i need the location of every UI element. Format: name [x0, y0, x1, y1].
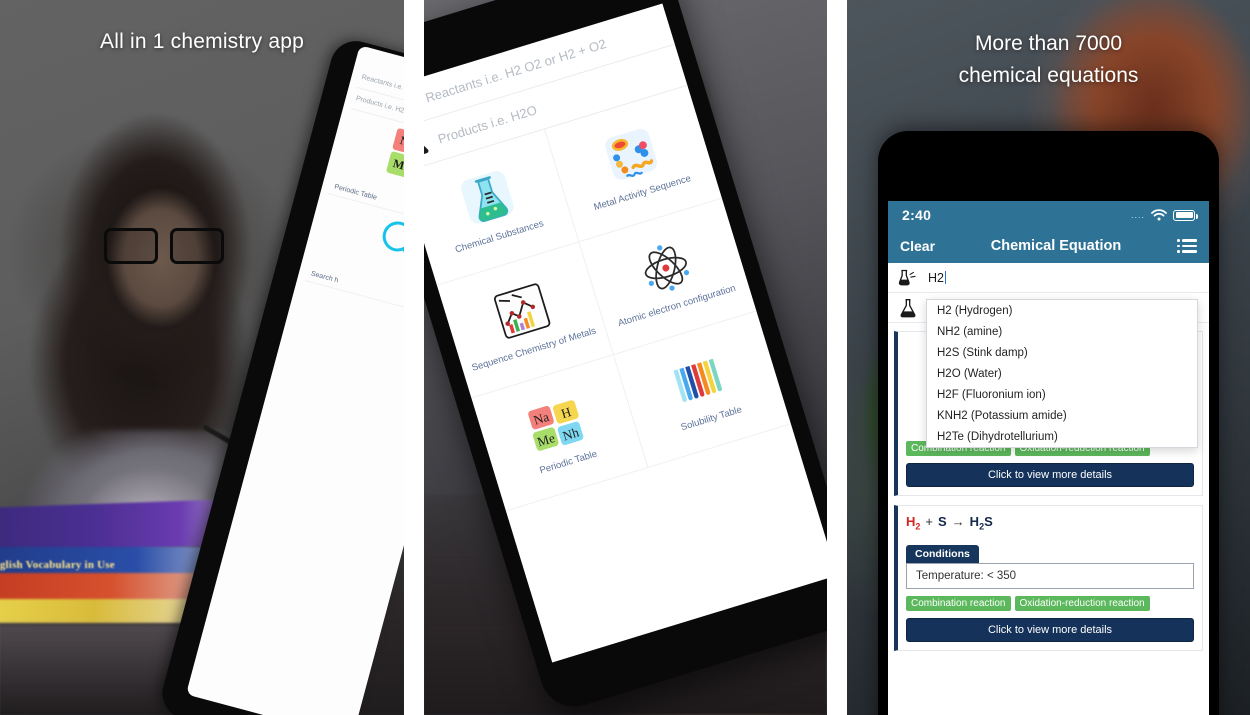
text-caret	[944, 270, 947, 284]
panel-all-in-one: English Vocabulary in Use Reactants i.e.…	[0, 0, 404, 715]
erlenmeyer-flask-icon	[424, 134, 429, 157]
clear-button[interactable]: Clear	[900, 238, 935, 254]
element-tile: Me	[385, 150, 404, 179]
reactants-input-value: H2	[928, 270, 944, 285]
autocomplete-dropdown[interactable]: H2 (Hydrogen) NH2 (amine) H2S (Stink dam…	[926, 299, 1198, 448]
panel-1-headline: All in 1 chemistry app	[100, 30, 304, 53]
signal-dots-icon: ....	[1130, 210, 1145, 220]
autocomplete-item[interactable]: H2O (Water)	[927, 363, 1197, 384]
conical-flask-icon	[450, 162, 526, 236]
nav-bar: Clear Chemical Equation	[888, 229, 1209, 263]
headline-line-1: More than 7000	[974, 32, 1123, 55]
arrow-sign: →	[951, 514, 965, 529]
app-screen: 2:40 .... Clear Chemical Equation H2 Com…	[888, 201, 1209, 715]
preview-tile-label: Search h	[310, 270, 340, 285]
page-title: Chemical Equation	[990, 238, 1122, 254]
panel-3-headline: More than 7000 chemical equations	[847, 28, 1250, 91]
store-listing-screenshot-strip: English Vocabulary in Use Reactants i.e.…	[0, 0, 1250, 715]
phone-body-right: 2:40 .... Clear Chemical Equation H2 Com…	[878, 131, 1219, 715]
conditions-tab: Conditions	[906, 544, 979, 563]
autocomplete-item[interactable]: H2S (Stink damp)	[927, 342, 1197, 363]
autocomplete-item[interactable]: KNH2 (Potassium amide)	[927, 405, 1197, 426]
eyeglasses	[104, 228, 224, 264]
hamburger-list-icon[interactable]	[1177, 239, 1197, 253]
reaction-badge[interactable]: Oxidation-reduction reaction	[1014, 595, 1150, 611]
reaction-badge[interactable]: Combination reaction	[906, 595, 1011, 611]
panel-chemical-equations: More than 7000 chemical equations 2:40 .…	[847, 0, 1250, 715]
panel-gap-2	[827, 0, 847, 715]
panel-gap-1	[404, 0, 424, 715]
headline-line-2: chemical equations	[958, 63, 1139, 87]
plus-sign: +	[925, 514, 933, 529]
status-bar: 2:40 ....	[888, 201, 1209, 229]
result-card[interactable]: H2 + S → H2S Conditions Temperature: < 350 C…	[894, 505, 1203, 651]
test-tubes-icon	[662, 344, 738, 418]
view-details-button[interactable]: Click to view more details	[906, 463, 1194, 487]
panel-feature-grid: Reactants i.e. H2 O2 or H2 + O2 Products…	[424, 0, 827, 715]
product: H2S	[969, 514, 993, 532]
battery-full-icon	[1173, 209, 1198, 221]
autocomplete-item[interactable]: NH2 (amine)	[927, 321, 1197, 342]
reaction-badges: Combination reaction Oxidation-reduction…	[906, 595, 1194, 611]
molecules-icon	[593, 119, 669, 193]
preview-tile-label: Periodic Table	[333, 183, 378, 202]
equation: H2 + S → H2S	[906, 514, 1194, 532]
reactant-b: S	[938, 514, 947, 529]
autocomplete-item[interactable]: H2F (Fluoronium ion)	[927, 384, 1197, 405]
bar-line-chart-icon	[484, 275, 560, 349]
wifi-icon	[1151, 209, 1167, 221]
periodic-table-icon: Na H Me Nh	[519, 388, 595, 462]
periodic-table-icon: Na H Me Nh	[385, 127, 404, 187]
preview-tile-search: Search h	[304, 201, 404, 322]
reactant-a: H2	[906, 514, 921, 532]
app-content: H2 Products i.e. H2O x	[888, 263, 1209, 715]
search-circle-icon	[379, 218, 404, 255]
view-details-button[interactable]: Click to view more details	[906, 617, 1194, 642]
erlenmeyer-flask-icon	[900, 298, 916, 317]
autocomplete-item[interactable]: H2Te (Dihydrotellurium)	[927, 426, 1197, 447]
conditions-value: Temperature: < 350	[906, 562, 1194, 589]
reactants-field-row[interactable]: H2	[888, 263, 1209, 293]
status-indicators: ....	[1130, 209, 1198, 221]
status-time: 2:40	[902, 207, 932, 223]
atom-icon	[627, 231, 703, 305]
flask-pour-icon	[898, 269, 916, 285]
reactants-input[interactable]: H2	[928, 270, 947, 285]
autocomplete-item[interactable]: H2 (Hydrogen)	[927, 300, 1197, 321]
book-spine-text: English Vocabulary in Use	[0, 559, 115, 571]
